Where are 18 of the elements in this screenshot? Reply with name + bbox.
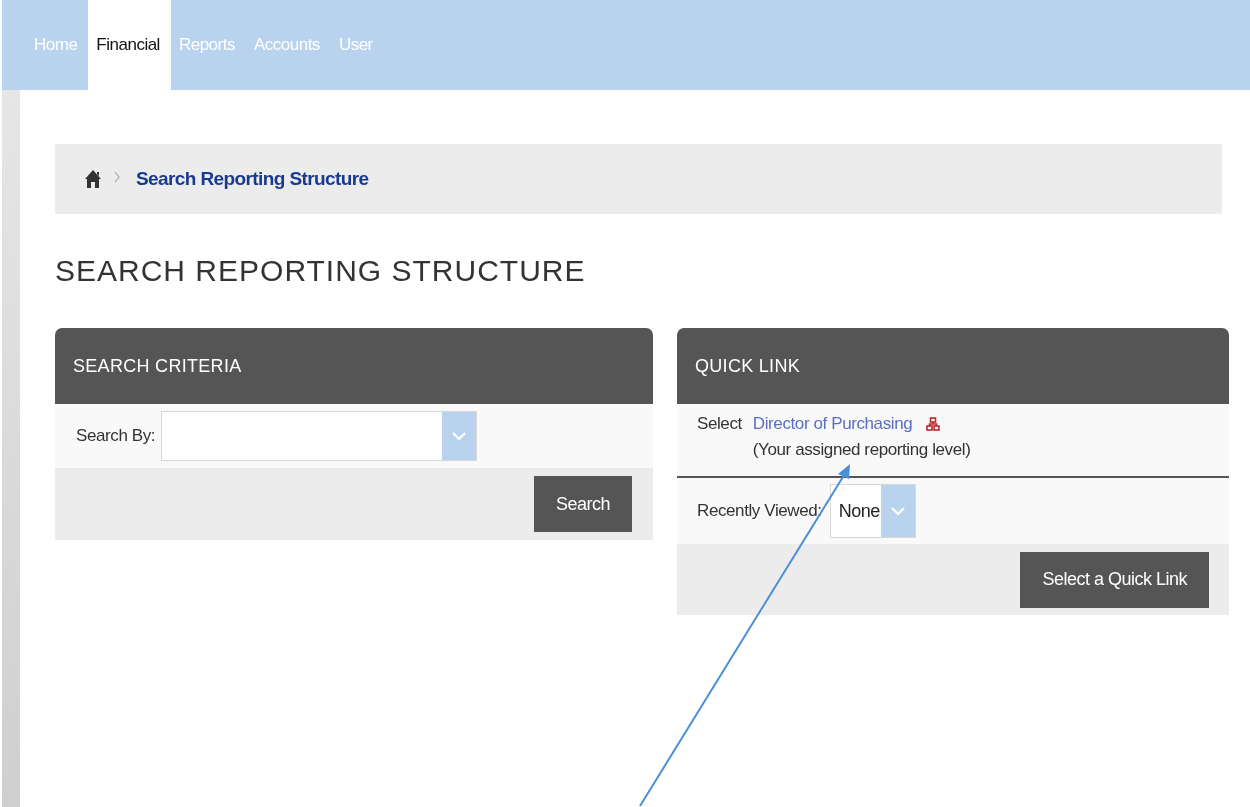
nav-tab[interactable]: Financial (88, 0, 171, 90)
search-button[interactable]: Search (533, 476, 632, 532)
panel-title: SEARCH CRITERIA (73, 355, 242, 377)
chevron-down-icon (452, 431, 467, 441)
select-label: Select (697, 414, 742, 435)
page-title: SEARCH REPORTING STRUCTURE (55, 254, 587, 289)
note-text: (Your assigned reporting level) (752, 440, 971, 460)
panel-title: QUICK LINK (695, 355, 801, 377)
recently-viewed-dropdown[interactable]: None (829, 484, 916, 538)
select-quick-link-button[interactable]: Select a Quick Link (1020, 551, 1209, 608)
chevron-icon (114, 171, 120, 183)
field-label: Recently Viewed: (697, 501, 822, 521)
chevron-down-icon (890, 506, 905, 516)
breadcrumb-current[interactable]: Search Reporting Structure (136, 168, 369, 190)
field-label: Search By: (76, 426, 156, 446)
reporting-level-link[interactable]: Director of Purchasing (752, 414, 913, 434)
home-icon[interactable] (84, 169, 102, 189)
org-chart-icon[interactable] (926, 417, 941, 431)
